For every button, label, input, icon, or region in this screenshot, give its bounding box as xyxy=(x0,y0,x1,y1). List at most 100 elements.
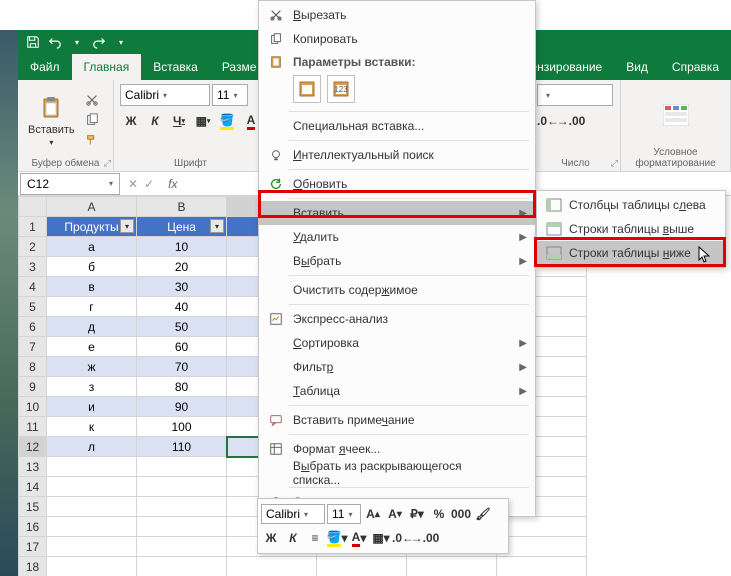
row-header-8[interactable]: 8 xyxy=(19,357,47,377)
cell[interactable] xyxy=(137,557,227,576)
row-header-18[interactable]: 18 xyxy=(19,557,47,576)
filter-dropdown-icon[interactable]: ▾ xyxy=(120,219,134,233)
row-header-13[interactable]: 13 xyxy=(19,457,47,477)
ctx-insert[interactable]: Вставить▶ xyxy=(259,201,535,225)
redo-dropdown-icon[interactable]: ▾ xyxy=(112,33,130,51)
cell[interactable]: 10 xyxy=(137,237,227,257)
cell[interactable] xyxy=(47,497,137,517)
cell[interactable]: 30 xyxy=(137,277,227,297)
cell[interactable]: 60 xyxy=(137,337,227,357)
submenu-cols-left[interactable]: Столбцы таблицы слева xyxy=(537,193,725,217)
ctx-clear[interactable]: Очистить содержимое xyxy=(259,278,535,302)
tab-insert[interactable]: Вставка xyxy=(141,54,210,80)
save-icon[interactable] xyxy=(24,33,42,51)
mini-shrink-font-button[interactable]: A▾ xyxy=(385,504,405,524)
col-header-B[interactable]: B xyxy=(137,197,227,217)
cell[interactable]: и xyxy=(47,397,137,417)
tab-view[interactable]: Вид xyxy=(614,54,660,80)
cell[interactable] xyxy=(137,457,227,477)
cell[interactable] xyxy=(137,537,227,557)
cell[interactable]: 90 xyxy=(137,397,227,417)
mini-bold-button[interactable]: Ж xyxy=(261,528,281,548)
table-header-cell[interactable]: Продукты▾ xyxy=(47,217,137,237)
cell[interactable] xyxy=(407,557,497,576)
mini-border-button[interactable]: ▦▾ xyxy=(371,528,391,548)
clipboard-launcher-icon[interactable]: ⤢ xyxy=(104,158,111,169)
ctx-smart-lookup[interactable]: Интеллектуальный поиск xyxy=(259,143,535,167)
filter-dropdown-icon[interactable]: ▾ xyxy=(210,219,224,233)
cell[interactable] xyxy=(227,557,317,576)
paste-normal-icon[interactable] xyxy=(293,75,321,103)
row-header-7[interactable]: 7 xyxy=(19,337,47,357)
redo-icon[interactable] xyxy=(90,33,108,51)
accept-formula-icon[interactable]: ✓ xyxy=(144,177,154,191)
submenu-rows-below[interactable]: Строки таблицы ниже xyxy=(537,241,725,265)
cancel-formula-icon[interactable]: ✕ xyxy=(128,177,138,191)
paste-values-icon[interactable]: 123 xyxy=(327,75,355,103)
cell[interactable]: г xyxy=(47,297,137,317)
cell[interactable]: 20 xyxy=(137,257,227,277)
mini-comma-button[interactable]: 000 xyxy=(451,504,471,524)
fx-icon[interactable]: fx xyxy=(162,177,183,191)
table-header-cell[interactable]: Цена▾ xyxy=(137,217,227,237)
font-name-combo[interactable]: Calibri▾ xyxy=(120,84,210,106)
ctx-dropdown-list[interactable]: Выбрать из раскрывающегося списка... xyxy=(259,461,535,485)
mini-italic-button[interactable]: К xyxy=(283,528,303,548)
italic-button[interactable]: К xyxy=(144,110,166,132)
undo-icon[interactable] xyxy=(46,33,64,51)
ctx-format-cells[interactable]: Формат ячеек... xyxy=(259,437,535,461)
number-launcher-icon[interactable]: ⤢ xyxy=(611,158,618,169)
row-header-9[interactable]: 9 xyxy=(19,377,47,397)
cell[interactable]: 110 xyxy=(137,437,227,457)
ctx-delete[interactable]: Удалить▶ xyxy=(259,225,535,249)
cell[interactable] xyxy=(47,477,137,497)
ctx-refresh[interactable]: Обновить xyxy=(259,172,535,196)
name-box[interactable]: C12▾ xyxy=(20,173,120,195)
tab-help[interactable]: Справка xyxy=(660,54,731,80)
cell[interactable]: е xyxy=(47,337,137,357)
format-painter-icon[interactable] xyxy=(83,131,101,149)
ctx-select[interactable]: Выбрать▶ xyxy=(259,249,535,273)
ctx-filter[interactable]: Фильтр▶ xyxy=(259,355,535,379)
cell[interactable] xyxy=(137,477,227,497)
tab-home[interactable]: Главная xyxy=(72,54,142,80)
cell[interactable]: д xyxy=(47,317,137,337)
mini-format-painter-icon[interactable]: 🖌 xyxy=(473,504,493,524)
mini-font-color-button[interactable]: A▾ xyxy=(349,528,369,548)
ctx-insert-comment[interactable]: Вставить примечание xyxy=(259,408,535,432)
paste-button[interactable]: Вставить ▾ xyxy=(24,92,79,149)
submenu-rows-above[interactable]: Строки таблицы выше xyxy=(537,217,725,241)
underline-button[interactable]: Ч ▾ xyxy=(168,110,190,132)
cell[interactable]: к xyxy=(47,417,137,437)
row-header-6[interactable]: 6 xyxy=(19,317,47,337)
cell[interactable]: л xyxy=(47,437,137,457)
cell[interactable]: 50 xyxy=(137,317,227,337)
ctx-paste-special[interactable]: Специальная вставка... xyxy=(259,114,535,138)
cell[interactable] xyxy=(47,557,137,576)
cut-icon[interactable] xyxy=(83,91,101,109)
fill-color-button[interactable]: 🪣 xyxy=(216,110,238,132)
mini-accounting-button[interactable]: ₽▾ xyxy=(407,504,427,524)
cell[interactable] xyxy=(317,557,407,576)
font-size-combo[interactable]: 11▾ xyxy=(212,84,248,106)
cell[interactable] xyxy=(137,497,227,517)
cell[interactable]: 40 xyxy=(137,297,227,317)
cell[interactable] xyxy=(47,517,137,537)
ctx-quick-analysis[interactable]: Экспресс-анализ xyxy=(259,307,535,331)
cell[interactable]: б xyxy=(47,257,137,277)
mini-align-center-button[interactable]: ≡ xyxy=(305,528,325,548)
mini-fill-color-button[interactable]: 🪣▾ xyxy=(327,528,347,548)
mini-font-combo[interactable]: Calibri▾ xyxy=(261,504,325,524)
cell[interactable]: 70 xyxy=(137,357,227,377)
cell[interactable]: 80 xyxy=(137,377,227,397)
cell[interactable]: а xyxy=(47,237,137,257)
conditional-formatting-button[interactable] xyxy=(658,99,694,131)
cell[interactable]: 100 xyxy=(137,417,227,437)
row-header-4[interactable]: 4 xyxy=(19,277,47,297)
row-header-10[interactable]: 10 xyxy=(19,397,47,417)
undo-dropdown-icon[interactable]: ▾ xyxy=(68,33,86,51)
ctx-copy[interactable]: Копировать xyxy=(259,27,535,51)
cell[interactable] xyxy=(497,517,587,537)
row-header-15[interactable]: 15 xyxy=(19,497,47,517)
copy-icon[interactable] xyxy=(83,111,101,129)
